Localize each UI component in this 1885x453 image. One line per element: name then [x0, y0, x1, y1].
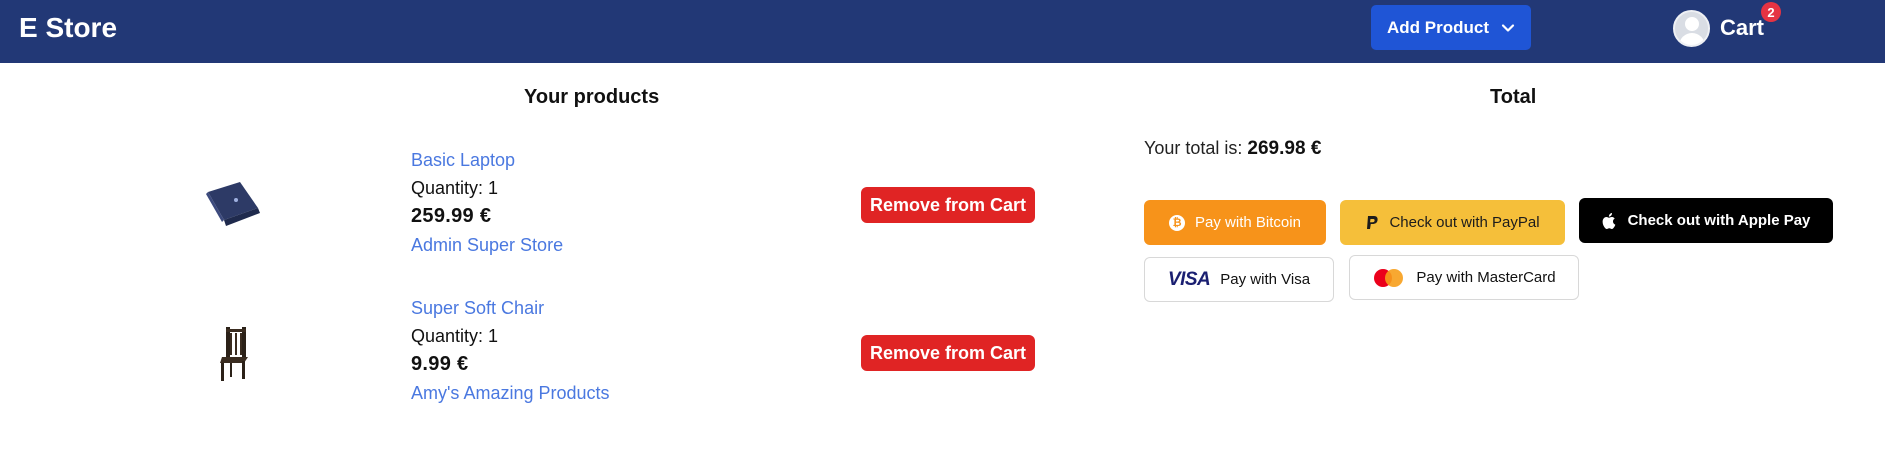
pay-mastercard-label: Pay with MasterCard	[1416, 269, 1556, 286]
pay-paypal-label: Check out with PayPal	[1389, 214, 1540, 231]
product-quantity: Quantity: 1	[411, 326, 499, 346]
cart-count-badge: 2	[1761, 2, 1781, 22]
brand-logo[interactable]: E Store	[19, 12, 117, 44]
product-name-link[interactable]: Super Soft Chair	[411, 298, 610, 326]
avatar	[1673, 9, 1710, 47]
remove-from-cart-button[interactable]: Remove from Cart	[861, 335, 1035, 371]
paypal-icon	[1367, 215, 1379, 229]
pay-bitcoin-button[interactable]: ₿ Pay with Bitcoin	[1144, 200, 1326, 245]
product-quantity: Quantity: 1	[411, 178, 499, 198]
pay-visa-label: Pay with Visa	[1220, 271, 1311, 288]
total-heading: Total	[1490, 86, 1537, 108]
total-prefix: Your total is:	[1144, 138, 1243, 158]
product-price: 259.99 €	[411, 205, 492, 227]
pay-apple-button[interactable]: Check out with Apple Pay	[1579, 198, 1833, 243]
chevron-down-icon	[1501, 23, 1515, 32]
cart-item-info: Super Soft Chair Quantity: 1 9.99 € Amy'…	[411, 298, 610, 404]
cart-item: Super Soft Chair Quantity: 1 9.99 € Amy'…	[0, 296, 1100, 426]
pay-bitcoin-label: Pay with Bitcoin	[1195, 214, 1301, 231]
remove-from-cart-button[interactable]: Remove from Cart	[861, 187, 1035, 223]
pay-visa-button[interactable]: VISA Pay with Visa	[1144, 257, 1334, 302]
store-name-link[interactable]: Amy's Amazing Products	[411, 383, 610, 404]
cart-item: Basic Laptop Quantity: 1 259.99 € Admin …	[0, 148, 1100, 278]
cart-item-info: Basic Laptop Quantity: 1 259.99 € Admin …	[411, 150, 563, 256]
products-heading: Your products	[524, 86, 660, 108]
pay-apple-label: Check out with Apple Pay	[1627, 212, 1811, 229]
store-name-link[interactable]: Admin Super Store	[411, 235, 563, 256]
product-price: 9.99 €	[411, 353, 469, 375]
mastercard-icon	[1372, 267, 1406, 289]
top-navbar: E Store Add Product Cart 2	[0, 0, 1885, 63]
add-product-label: Add Product	[1387, 17, 1489, 37]
pay-paypal-button[interactable]: Check out with PayPal	[1340, 200, 1565, 245]
cart-button[interactable]: Cart 2	[1673, 2, 1781, 48]
laptop-icon	[206, 182, 260, 226]
cart-label: Cart	[1720, 15, 1765, 40]
total-value: 269.98 €	[1247, 138, 1322, 159]
bitcoin-icon: ₿	[1169, 214, 1186, 231]
apple-icon	[1602, 212, 1615, 229]
add-product-button[interactable]: Add Product	[1371, 5, 1531, 50]
total-summary: Your total is: 269.98 €	[1144, 138, 1321, 160]
pay-mastercard-button[interactable]: Pay with MasterCard	[1349, 255, 1579, 300]
product-name-link[interactable]: Basic Laptop	[411, 150, 563, 178]
visa-icon: VISA	[1167, 268, 1211, 290]
chair-icon	[220, 327, 248, 381]
